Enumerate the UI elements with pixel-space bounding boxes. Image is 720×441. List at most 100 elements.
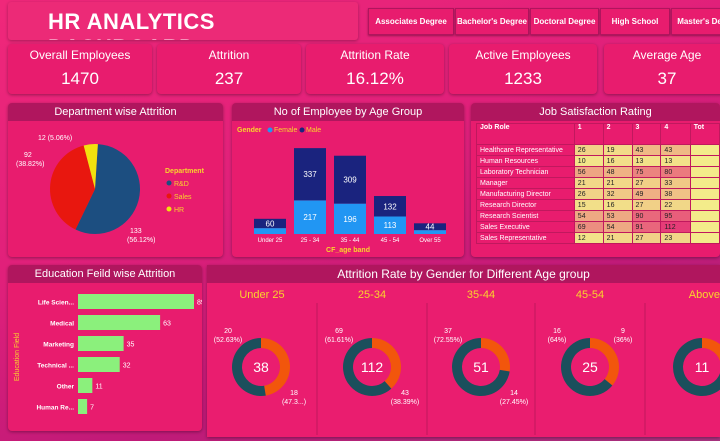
- slicer-masters-degree[interactable]: Master's Deg: [671, 8, 720, 35]
- rating-cell: 53: [602, 210, 633, 222]
- column-header[interactable]: 3: [631, 123, 662, 145]
- table-row[interactable]: Human Resources 10 16 13 13: [476, 155, 720, 167]
- table-row[interactable]: Manufacturing Director 26 32 49 38: [476, 188, 720, 200]
- bar-label-male: 337: [303, 170, 317, 179]
- table-row[interactable]: Research Scientist 54 53 90 95: [476, 210, 720, 222]
- rating-cell: 54: [602, 221, 633, 233]
- rating-cell: 12: [573, 232, 604, 244]
- rating-cell: 48: [602, 166, 633, 178]
- job-role-cell: Human Resources: [476, 155, 575, 167]
- rating-cell: 33: [660, 177, 691, 189]
- age-group-card: No of Employee by Age Group Gender Femal…: [232, 103, 464, 257]
- donut-pct-orange: (36%): [614, 337, 633, 344]
- bar-value-label: 11: [95, 384, 102, 391]
- table-row[interactable]: Research Director 15 16 27 22: [476, 199, 720, 211]
- rating-cell: 16: [602, 199, 633, 211]
- rating-cell: 91: [631, 221, 662, 233]
- table-header-row: Job Role 1 2 3 4 Tot: [476, 123, 720, 145]
- donut-center-value: 51: [473, 359, 489, 375]
- bar[interactable]: [78, 378, 93, 393]
- job-role-cell: Sales Executive: [476, 221, 575, 233]
- chart-title: Department wise Attrition: [8, 103, 223, 121]
- page-title: HR ANALYTICS DASHBOARD: [48, 9, 215, 40]
- bar-value-label: 63: [163, 321, 171, 328]
- kpi-value: 237: [214, 69, 244, 88]
- job-role-cell: Research Director: [476, 199, 575, 211]
- kpi-label: Average Age: [632, 48, 702, 62]
- slicer-high-school[interactable]: High School: [600, 8, 670, 35]
- kpi-label: Overall Employees: [29, 48, 131, 62]
- pie-label-hr: 12 (5.06%): [38, 135, 72, 142]
- kpi-label: Attrition: [208, 48, 250, 62]
- slicer-doctoral-degree[interactable]: Doctoral Degree: [530, 8, 599, 35]
- table-row[interactable]: Sales Executive 69 54 91 112: [476, 221, 720, 233]
- category-label: Medical: [50, 321, 74, 328]
- total-cell: [689, 177, 720, 189]
- donut-pct-teal: (52.63%): [214, 337, 242, 344]
- rating-cell: 10: [573, 155, 604, 167]
- bar[interactable]: [78, 336, 124, 351]
- x-axis-label: CF_age band: [326, 247, 370, 254]
- legend-marker-hr: [166, 206, 172, 212]
- table-row[interactable]: Healthcare Representative 26 19 43 43: [476, 144, 720, 156]
- job-role-cell: Research Scientist: [476, 210, 575, 222]
- rating-cell: 27: [631, 177, 662, 189]
- legend-label-rd: R&D: [174, 181, 189, 188]
- bar-value-label: 89: [197, 300, 202, 307]
- bar[interactable]: [78, 357, 120, 372]
- column-header[interactable]: 4: [660, 123, 691, 145]
- column-header[interactable]: Tot: [689, 123, 720, 145]
- chart-title: Job Satisfaction Rating: [471, 103, 720, 121]
- legend-title: Gender: [237, 127, 262, 134]
- bar[interactable]: [78, 315, 161, 330]
- rating-cell: 69: [573, 221, 604, 233]
- tick-label: 25 - 34: [301, 238, 320, 244]
- bar-value-label: 7: [90, 405, 94, 412]
- kpi-value: 37: [657, 69, 677, 88]
- donut-pct-teal: (61.61%): [325, 337, 353, 344]
- total-cell: [689, 221, 720, 233]
- donut-label-teal: 20: [224, 328, 232, 335]
- rating-cell: 16: [602, 155, 633, 167]
- total-cell: [689, 155, 720, 167]
- column-header[interactable]: Job Role: [476, 123, 575, 145]
- column-header[interactable]: 1: [573, 123, 604, 145]
- donut-center-value: 112: [361, 359, 384, 375]
- bar[interactable]: [78, 399, 88, 414]
- category-label: Other: [57, 384, 75, 391]
- table-row[interactable]: Sales Representative 12 21 27 23: [476, 232, 720, 244]
- y-axis-label: Education Field: [14, 333, 21, 381]
- donut-label-teal: 37: [444, 328, 452, 335]
- department-pie-chart: 12 (5.06%) 92 (38.82%) 133 (56.12%) Depa…: [16, 135, 205, 244]
- bar-value-label: 32: [123, 363, 131, 370]
- table-row[interactable]: Laboratory Technician 56 48 75 80: [476, 166, 720, 178]
- rating-cell: 56: [573, 166, 604, 178]
- rating-cell: 21: [602, 177, 633, 189]
- legend-marker-rd: [166, 180, 172, 186]
- rating-cell: 15: [573, 199, 604, 211]
- kpi-overall-employees: Overall Employees 1470: [8, 44, 152, 94]
- pie-label-rd-value: 133: [130, 228, 142, 235]
- rating-cell: 38: [660, 188, 691, 200]
- slicer-bachelors-degree[interactable]: Bachelor's Degree: [455, 8, 529, 35]
- bar-female[interactable]: [254, 228, 286, 234]
- legend-title: Department: [165, 168, 205, 175]
- rating-cell: 19: [602, 144, 633, 156]
- bar-label-female: 196: [343, 215, 357, 224]
- job-role-cell: Sales Representative: [476, 232, 575, 244]
- column-header[interactable]: 2: [602, 123, 633, 145]
- rating-cell: 13: [660, 155, 691, 167]
- bar[interactable]: [78, 294, 194, 309]
- title-banner: HR ANALYTICS DASHBOARD: [8, 2, 358, 40]
- tick-label: Under 25: [258, 238, 283, 244]
- bar-label-male: 132: [383, 202, 397, 211]
- table-row[interactable]: Manager 21 21 27 33: [476, 177, 720, 189]
- rating-cell: 49: [631, 188, 662, 200]
- job-satisfaction-card: Job Satisfaction Rating Job Role 1 2 3 4…: [471, 103, 720, 257]
- bar-value-label: 35: [127, 342, 135, 349]
- rating-cell: 95: [660, 210, 691, 222]
- donut-center-value: 11: [695, 359, 710, 375]
- job-role-cell: Laboratory Technician: [476, 166, 575, 178]
- donut-pct-orange: (47.3...): [282, 399, 306, 406]
- slicer-associates-degree[interactable]: Associates Degree: [368, 8, 454, 35]
